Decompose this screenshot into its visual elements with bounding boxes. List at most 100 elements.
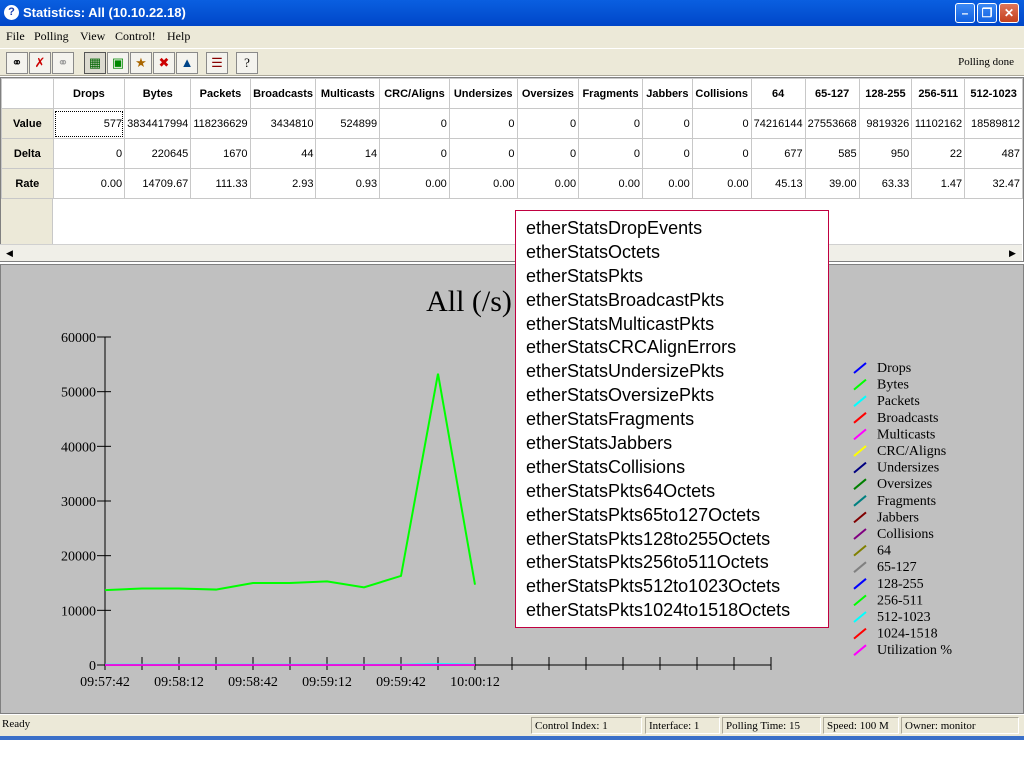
legend-swatch <box>853 528 867 540</box>
column-header[interactable]: Undersizes <box>448 78 518 109</box>
column-header[interactable]: 64 <box>750 78 806 109</box>
tooltip-item: etherStatsPkts <box>526 265 644 286</box>
menu-control[interactable]: Control! <box>115 29 156 44</box>
table-cell[interactable]: 63.33 <box>858 168 913 199</box>
table-cell[interactable]: 487 <box>964 138 1023 169</box>
table-cell[interactable]: 0 <box>578 138 643 169</box>
column-header[interactable]: Bytes <box>124 78 192 109</box>
maximize-button[interactable]: ❐ <box>977 3 997 23</box>
help-icon[interactable]: ? <box>236 52 258 74</box>
table-cell[interactable]: 577 <box>52 108 126 139</box>
delete-icon[interactable]: ✖ <box>153 52 175 74</box>
table-cell[interactable]: 0 <box>448 108 518 139</box>
connect-icon[interactable]: ⚭ <box>6 52 28 74</box>
table-cell[interactable]: 0 <box>516 138 580 169</box>
table-cell[interactable]: 14709.67 <box>124 168 192 199</box>
table-cell[interactable]: 0.00 <box>578 168 643 199</box>
table-cell[interactable]: 220645 <box>124 138 192 169</box>
close-button[interactable]: ✕ <box>999 3 1019 23</box>
table-cell[interactable]: 0.00 <box>641 168 693 199</box>
table-cell[interactable]: 0 <box>516 108 580 139</box>
column-header[interactable]: Fragments <box>578 78 643 109</box>
column-header[interactable]: Packets <box>190 78 251 109</box>
table-cell[interactable]: 677 <box>750 138 806 169</box>
scroll-left-icon[interactable]: ◀ <box>2 246 17 261</box>
table-cell[interactable]: 1670 <box>190 138 251 169</box>
table-cell[interactable]: 0 <box>379 108 450 139</box>
legend-swatch <box>853 627 867 640</box>
table-cell[interactable]: 32.47 <box>964 168 1023 199</box>
table-cell[interactable]: 0.00 <box>448 168 518 199</box>
table-cell[interactable]: 0.00 <box>379 168 450 199</box>
menu-polling[interactable]: Polling <box>34 29 69 44</box>
column-header[interactable]: 512-1023 <box>964 78 1023 109</box>
disconnect-icon[interactable]: ✗ <box>29 52 51 74</box>
table-cell[interactable]: 111.33 <box>190 168 251 199</box>
refresh-icon[interactable]: ⚭ <box>52 52 74 74</box>
table-cell[interactable]: 11102162 <box>911 108 966 139</box>
column-header[interactable]: 65-127 <box>804 78 860 109</box>
row-label: Value <box>1 108 54 139</box>
table-cell[interactable]: 44 <box>249 138 317 169</box>
minimize-button[interactable]: – <box>955 3 975 23</box>
legend-label: Jabbers <box>877 510 919 525</box>
legend-label: Bytes <box>877 378 909 393</box>
menu-help[interactable]: Help <box>167 29 190 44</box>
column-header[interactable]: Oversizes <box>516 78 580 109</box>
table-cell[interactable]: 0.93 <box>315 168 381 199</box>
legend-swatch <box>853 461 867 474</box>
column-header[interactable]: 256-511 <box>911 78 966 109</box>
table-icon[interactable]: ▦ <box>84 52 106 74</box>
table-cell[interactable]: 0.00 <box>691 168 752 199</box>
table-cell[interactable]: 1.47 <box>911 168 966 199</box>
table-cell[interactable]: 39.00 <box>804 168 860 199</box>
table-cell[interactable]: 27553668 <box>804 108 860 139</box>
table-cell[interactable]: 74216144 <box>750 108 806 139</box>
table-cell[interactable]: 18589812 <box>964 108 1023 139</box>
menu-file[interactable]: File <box>6 29 25 44</box>
table-cell[interactable]: 0 <box>691 138 752 169</box>
row-label: Rate <box>1 168 54 199</box>
column-header[interactable]: Multicasts <box>315 78 381 109</box>
tooltip-item: etherStatsOversizePkts <box>526 385 715 406</box>
table-cell[interactable]: 3834417994 <box>124 108 192 139</box>
table-cell[interactable]: 0 <box>641 108 693 139</box>
table-cell[interactable]: 3434810 <box>249 108 317 139</box>
column-header[interactable]: Jabbers <box>641 78 693 109</box>
table-cell[interactable]: 0.00 <box>516 168 580 199</box>
legend-swatch <box>853 594 867 607</box>
settings-icon[interactable]: ☰ <box>206 52 228 74</box>
column-header[interactable]: Collisions <box>691 78 752 109</box>
table-cell[interactable]: 950 <box>858 138 913 169</box>
table-cell[interactable]: 45.13 <box>750 168 806 199</box>
legend-swatch <box>853 395 867 407</box>
horizontal-scrollbar[interactable]: ◀ ▶ <box>0 244 1022 261</box>
tooltip-item: etherStatsPkts256to511Octets <box>526 552 769 573</box>
column-header[interactable]: Broadcasts <box>249 78 317 109</box>
table-cell[interactable]: 9819326 <box>858 108 913 139</box>
scroll-right-icon[interactable]: ▶ <box>1005 246 1020 261</box>
column-header[interactable]: 128-255 <box>858 78 913 109</box>
table-cell[interactable]: 0 <box>691 108 752 139</box>
table-cell[interactable]: 524899 <box>315 108 381 139</box>
y-tick-label: 60000 <box>61 331 96 346</box>
table-cell[interactable]: 14 <box>315 138 381 169</box>
column-header[interactable]: CRC/Aligns <box>379 78 450 109</box>
table-cell[interactable]: 0 <box>379 138 450 169</box>
table-cell[interactable]: 585 <box>804 138 860 169</box>
table-cell[interactable]: 0 <box>448 138 518 169</box>
table-cell[interactable]: 0.00 <box>52 168 126 199</box>
legend-swatch <box>853 478 867 490</box>
table-cell[interactable]: 118236629 <box>190 108 251 139</box>
table-cell[interactable]: 2.93 <box>249 168 317 199</box>
table-cell[interactable]: 0 <box>52 138 126 169</box>
menu-view[interactable]: View <box>80 29 105 44</box>
chart-icon[interactable]: ★ <box>130 52 152 74</box>
column-header[interactable]: Drops <box>52 78 126 109</box>
table-cell[interactable]: 0 <box>641 138 693 169</box>
database-icon[interactable]: ▣ <box>107 52 129 74</box>
table-cell[interactable]: 22 <box>911 138 966 169</box>
stats-icon[interactable]: ▲ <box>176 52 198 74</box>
table-cell[interactable]: 0 <box>578 108 643 139</box>
tooltip-item: etherStatsCRCAlignErrors <box>526 337 737 358</box>
